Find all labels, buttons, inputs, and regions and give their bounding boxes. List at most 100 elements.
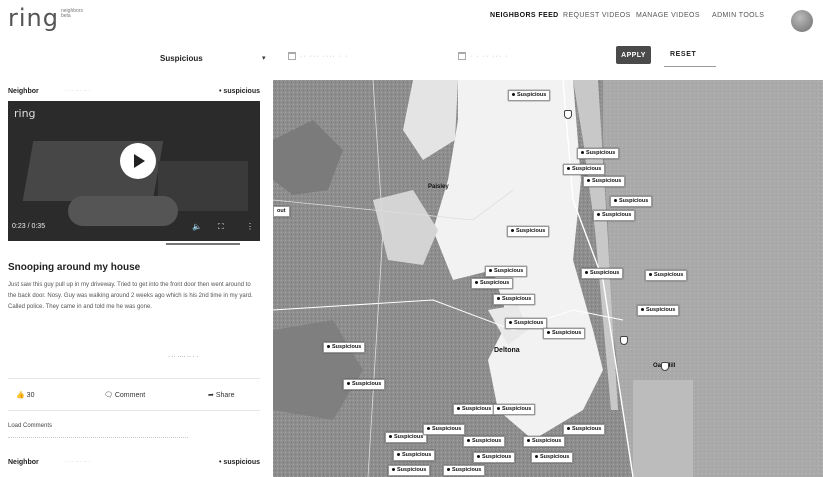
pin-label: Suspicious — [472, 438, 502, 444]
comment-button[interactable]: 🗨 Comment — [104, 391, 145, 399]
incident-pin[interactable]: Suspicious — [473, 452, 516, 463]
video-frame-region — [68, 196, 178, 226]
pin-label: Suspicious — [619, 198, 649, 204]
pin-label: Suspicious — [517, 92, 547, 98]
pin-dot-icon — [475, 281, 478, 285]
incident-pin[interactable]: Suspicious — [581, 268, 624, 279]
chevron-down-icon[interactable]: ▾ — [262, 54, 266, 62]
post-meta: · ·· ···· ·· · · — [168, 354, 199, 360]
pin-dot-icon — [527, 439, 530, 443]
end-date-field[interactable]: · · ·· ··· · — [470, 53, 508, 60]
video-progress-bar[interactable] — [14, 241, 240, 247]
incident-pin[interactable]: Suspicious — [507, 226, 550, 237]
incident-pin[interactable]: Suspicious — [505, 318, 548, 329]
incident-pin[interactable]: Suspicious — [563, 424, 606, 435]
video-scrubber[interactable] — [160, 241, 167, 247]
apply-button[interactable]: APPLY — [616, 46, 651, 64]
incident-pin[interactable]: Suspicious — [493, 294, 536, 305]
category-select[interactable]: Suspicious — [160, 54, 203, 63]
thumbs-up-icon: 👍 — [16, 392, 25, 399]
video-timestamp: 0:23 / 0:35 — [12, 223, 46, 230]
pin-dot-icon — [567, 427, 570, 431]
pin-dot-icon — [457, 407, 460, 411]
map-base — [273, 80, 823, 477]
pin-label: Suspicious — [516, 228, 546, 234]
incident-pin[interactable]: Suspicious — [610, 196, 653, 207]
incident-pin[interactable]: Suspicious — [637, 305, 680, 316]
pin-dot-icon — [585, 271, 588, 275]
post-author[interactable]: Neighbor — [8, 459, 39, 466]
start-date-field[interactable]: ·· ··· ···· · · — [300, 53, 348, 60]
incident-pin[interactable]: Suspicious — [343, 379, 386, 390]
pin-label: Suspicious — [654, 272, 684, 278]
load-comments-link[interactable]: Load Comments — [8, 423, 52, 429]
highway-shield-icon — [661, 362, 669, 371]
pin-dot-icon — [535, 455, 538, 459]
pin-dot-icon — [547, 331, 550, 335]
pin-label: Suspicious — [532, 438, 562, 444]
video-player[interactable]: ring — [8, 101, 260, 241]
nav-manage-videos[interactable]: MANAGE VIDEOS — [636, 12, 700, 19]
incident-pin[interactable]: Suspicious — [531, 452, 574, 463]
incident-pin[interactable]: Suspicious — [523, 436, 566, 447]
pin-label: Suspicious — [552, 330, 582, 336]
pin-label: Suspicious — [502, 406, 532, 412]
comment-label: Comment — [114, 392, 146, 399]
pin-label: Suspicious — [540, 454, 570, 460]
post-category-tag: • suspicious — [219, 459, 260, 466]
incident-pin[interactable]: Suspicious — [543, 328, 586, 339]
pin-label: Suspicious — [397, 467, 427, 473]
top-navigation: ring neighbors beta NEIGHBORS FEED REQUE… — [0, 0, 823, 40]
pin-label: Suspicious — [514, 320, 544, 326]
pin-dot-icon — [614, 199, 617, 203]
pin-dot-icon — [347, 382, 350, 386]
incident-pin[interactable]: Suspicious — [493, 404, 536, 415]
incident-pin[interactable]: Suspicious — [563, 164, 606, 175]
incident-pin[interactable]: Suspicious — [323, 342, 366, 353]
ring-logo[interactable]: ring neighbors beta — [8, 4, 85, 32]
play-icon — [134, 154, 145, 168]
incident-pin[interactable]: Suspicious — [485, 266, 528, 277]
nav-neighbors-feed[interactable]: NEIGHBORS FEED — [490, 12, 559, 19]
incident-map[interactable]: Deltona Oak Hill Paisley Suspicious Susp… — [273, 80, 823, 477]
incident-pin[interactable]: Suspicious — [423, 424, 466, 435]
share-button[interactable]: ➦ Share — [208, 391, 235, 399]
incident-pin[interactable]: Suspicious — [583, 176, 626, 187]
incident-pin[interactable]: Suspicious — [463, 436, 506, 447]
post-author[interactable]: Neighbor — [8, 88, 39, 95]
pin-label: Suspicious — [482, 454, 512, 460]
incident-pin[interactable]: Suspicious — [508, 90, 551, 101]
incident-pin[interactable]: Suspicious — [453, 404, 496, 415]
play-button[interactable] — [120, 143, 156, 179]
pin-label: Suspicious — [494, 268, 524, 274]
fullscreen-icon[interactable]: ⛶ — [218, 222, 224, 232]
incident-pin[interactable]: Suspicious — [385, 432, 428, 443]
like-button[interactable]: 👍 30 — [16, 391, 34, 399]
incident-pin[interactable]: Suspicious — [577, 148, 620, 159]
comment-input-placeholder[interactable] — [8, 437, 188, 439]
place-label: Deltona — [494, 347, 520, 354]
nav-admin-tools[interactable]: ADMIN TOOLS — [712, 12, 764, 19]
incident-pin[interactable]: Suspicious — [443, 465, 486, 476]
incident-pin[interactable]: Suspicious — [471, 278, 514, 289]
volume-icon[interactable]: 🔈 — [192, 222, 202, 231]
post-title[interactable]: Snooping around my house — [8, 262, 140, 273]
incident-pin[interactable]: Suspicious — [645, 270, 688, 281]
reset-button[interactable]: RESET — [670, 51, 696, 58]
calendar-icon[interactable] — [288, 52, 296, 60]
incident-pin[interactable]: Suspicious — [388, 465, 431, 476]
pin-dot-icon — [389, 435, 392, 439]
pin-dot-icon — [641, 308, 644, 312]
more-options-icon[interactable]: ⋮ — [246, 222, 254, 231]
incident-pin[interactable]: out — [273, 206, 290, 217]
video-progress-fill — [14, 243, 164, 245]
comment-icon: 🗨 — [104, 392, 113, 399]
post-location: · ·· ··· ·· · — [66, 459, 91, 465]
calendar-icon[interactable] — [458, 52, 466, 60]
incident-pin[interactable]: Suspicious — [393, 450, 436, 461]
neighbors-feed: Neighbor · ·· ··· ·· · • suspicious ring… — [0, 80, 268, 477]
pin-dot-icon — [392, 468, 395, 472]
user-avatar[interactable] — [791, 10, 813, 32]
nav-request-videos[interactable]: REQUEST VIDEOS — [563, 12, 631, 19]
incident-pin[interactable]: Suspicious — [593, 210, 636, 221]
